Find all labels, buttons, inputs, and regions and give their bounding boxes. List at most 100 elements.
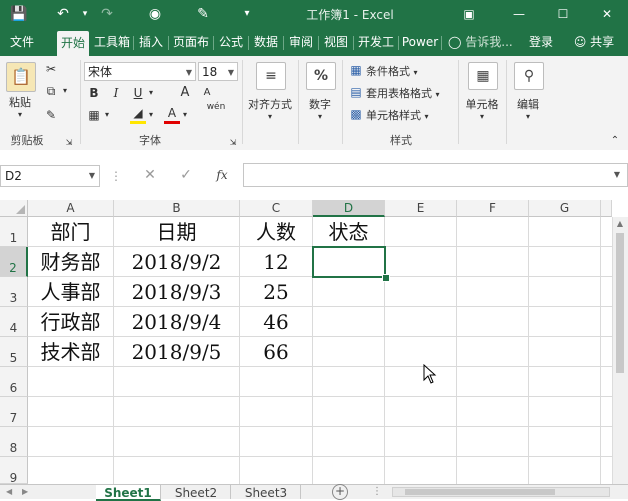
border-dropdown-icon[interactable]: ▾ [102, 106, 112, 124]
column-header-c[interactable]: C [240, 200, 313, 217]
cell-c1[interactable]: 人数 [240, 217, 313, 247]
scroll-thumb[interactable] [616, 233, 624, 373]
cell-d1[interactable]: 状态 [313, 217, 385, 247]
italic-button[interactable]: I [108, 84, 124, 102]
column-header-d[interactable]: D [313, 200, 385, 217]
cell-b1[interactable]: 日期 [114, 217, 240, 247]
cancel-button[interactable]: ✕ [138, 164, 162, 186]
cell-a1[interactable]: 部门 [28, 217, 114, 247]
underline-dropdown-icon[interactable]: ▾ [146, 84, 156, 102]
confirm-button[interactable]: ✓ [174, 164, 198, 186]
bold-button[interactable]: B [86, 84, 102, 102]
insert-function-button[interactable]: fx [210, 164, 234, 186]
cell-c4[interactable]: 46 [240, 307, 313, 337]
tab-power[interactable]: Power [400, 28, 440, 56]
tab-developer[interactable]: 开发工 [355, 28, 397, 56]
row-header-9[interactable]: 9 [0, 457, 28, 485]
percent-icon[interactable]: % [306, 62, 336, 90]
cells-button[interactable]: 单元格 [460, 96, 504, 112]
row-header-5[interactable]: 5 [0, 337, 28, 367]
fill-handle[interactable] [382, 274, 390, 282]
column-header-e[interactable]: E [385, 200, 457, 217]
editing-button[interactable]: 编辑 [508, 96, 548, 112]
maximize-icon[interactable]: ☐ [552, 4, 574, 24]
save-icon[interactable]: 💾 [8, 4, 30, 24]
format-painter-icon[interactable]: ✎ [192, 4, 214, 24]
column-header-b[interactable]: B [114, 200, 240, 217]
tab-toolbox[interactable]: 工具箱 [92, 28, 132, 56]
row-header-1[interactable]: 1 [0, 217, 28, 247]
vertical-scrollbar[interactable]: ▲ [612, 217, 628, 484]
search-icon[interactable]: ⚲ [514, 62, 544, 90]
grow-font-button[interactable]: A [178, 84, 192, 102]
font-color-dropdown-icon[interactable]: ▾ [180, 106, 190, 124]
cell-b5[interactable]: 2018/9/5 [114, 337, 240, 367]
redo-icon[interactable]: ↷ [96, 4, 118, 24]
column-header-g[interactable]: G [529, 200, 601, 217]
border-icon[interactable]: ▦ [86, 106, 102, 124]
sheet-tab-3[interactable]: Sheet3 [232, 485, 301, 500]
paste-icon[interactable]: 📋 [6, 62, 36, 92]
fill-dropdown-icon[interactable]: ▾ [146, 106, 156, 124]
paste-dropdown-icon[interactable]: ▾ [14, 110, 26, 119]
name-box[interactable]: D2 ▼ [0, 165, 100, 187]
tab-insert[interactable]: 插入 [135, 28, 167, 56]
row-header-3[interactable]: 3 [0, 277, 28, 307]
tab-file[interactable]: 文件 [4, 28, 40, 56]
tab-split-handle[interactable]: ⋮ [372, 485, 382, 499]
alignment-dropdown-icon[interactable]: ▾ [264, 112, 276, 121]
cell-a2[interactable]: 财务部 [28, 247, 114, 277]
cell-a3[interactable]: 人事部 [28, 277, 114, 307]
font-name-select[interactable]: 宋体 ▼ [84, 62, 196, 81]
cell-a4[interactable]: 行政部 [28, 307, 114, 337]
cell-style-button[interactable]: 单元格样式 ▾ [366, 107, 446, 123]
sheet-tab-1[interactable]: Sheet1 [96, 485, 161, 501]
minimize-icon[interactable]: — [508, 4, 530, 24]
tab-page-layout[interactable]: 页面布 [170, 28, 212, 56]
copy-icon[interactable]: ⧉ [42, 82, 60, 100]
undo-icon[interactable]: ↶ [52, 4, 74, 24]
shrink-font-button[interactable]: A [200, 84, 214, 102]
cell-b3[interactable]: 2018/9/3 [114, 277, 240, 307]
share-button[interactable]: ☺ 共享 [566, 28, 622, 56]
fill-color-icon[interactable]: ◢ [130, 106, 146, 124]
cell-b2[interactable]: 2018/9/2 [114, 247, 240, 277]
underline-button[interactable]: U [130, 84, 146, 102]
close-icon[interactable]: ✕ [596, 4, 618, 24]
number-button[interactable]: 数字 [300, 96, 340, 112]
column-header-a[interactable]: A [28, 200, 114, 217]
row-header-8[interactable]: 8 [0, 427, 28, 457]
row-header-2[interactable]: 2 [0, 247, 28, 277]
tab-data[interactable]: 数据 [250, 28, 282, 56]
cells-icon[interactable]: ▦ [468, 62, 498, 90]
column-header-f[interactable]: F [457, 200, 529, 217]
phonetic-button[interactable]: wén [206, 102, 226, 112]
tell-me-box[interactable]: ◯ 告诉我... [448, 28, 518, 56]
tab-home[interactable]: 开始 [57, 31, 89, 56]
cell-b4[interactable]: 2018/9/4 [114, 307, 240, 337]
editing-dropdown-icon[interactable]: ▾ [522, 112, 534, 121]
row-header-6[interactable]: 6 [0, 367, 28, 397]
cut-icon[interactable]: ✂ [42, 60, 60, 78]
paste-button[interactable]: 粘贴 [4, 94, 36, 110]
cells-dropdown-icon[interactable]: ▾ [476, 112, 488, 121]
cell-d3[interactable] [313, 277, 385, 307]
font-color-button[interactable]: A [164, 106, 180, 124]
sheet-tab-2[interactable]: Sheet2 [162, 485, 231, 500]
sheet-nav-prev-icon[interactable]: ◀ [6, 485, 20, 499]
camera-icon[interactable]: ◉ [144, 4, 166, 24]
expand-formula-icon[interactable]: ▼ [610, 166, 624, 184]
format-painter-icon[interactable]: ✎ [42, 106, 60, 124]
collapse-ribbon-icon[interactable]: ⌃ [608, 132, 622, 150]
tab-formulas[interactable]: 公式 [215, 28, 247, 56]
sheet-nav-next-icon[interactable]: ▶ [22, 485, 36, 499]
undo-dropdown-icon[interactable]: ▾ [74, 4, 96, 24]
table-format-button[interactable]: 套用表格格式 ▾ [366, 85, 458, 101]
copy-dropdown-icon[interactable]: ▾ [60, 82, 70, 100]
conditional-format-button[interactable]: 条件格式 ▾ [366, 63, 446, 79]
ribbon-display-icon[interactable]: ▣ [458, 4, 480, 24]
h-scroll-thumb[interactable] [405, 489, 555, 495]
row-header-7[interactable]: 7 [0, 397, 28, 427]
cell-c3[interactable]: 25 [240, 277, 313, 307]
cell-d5[interactable] [313, 337, 385, 367]
